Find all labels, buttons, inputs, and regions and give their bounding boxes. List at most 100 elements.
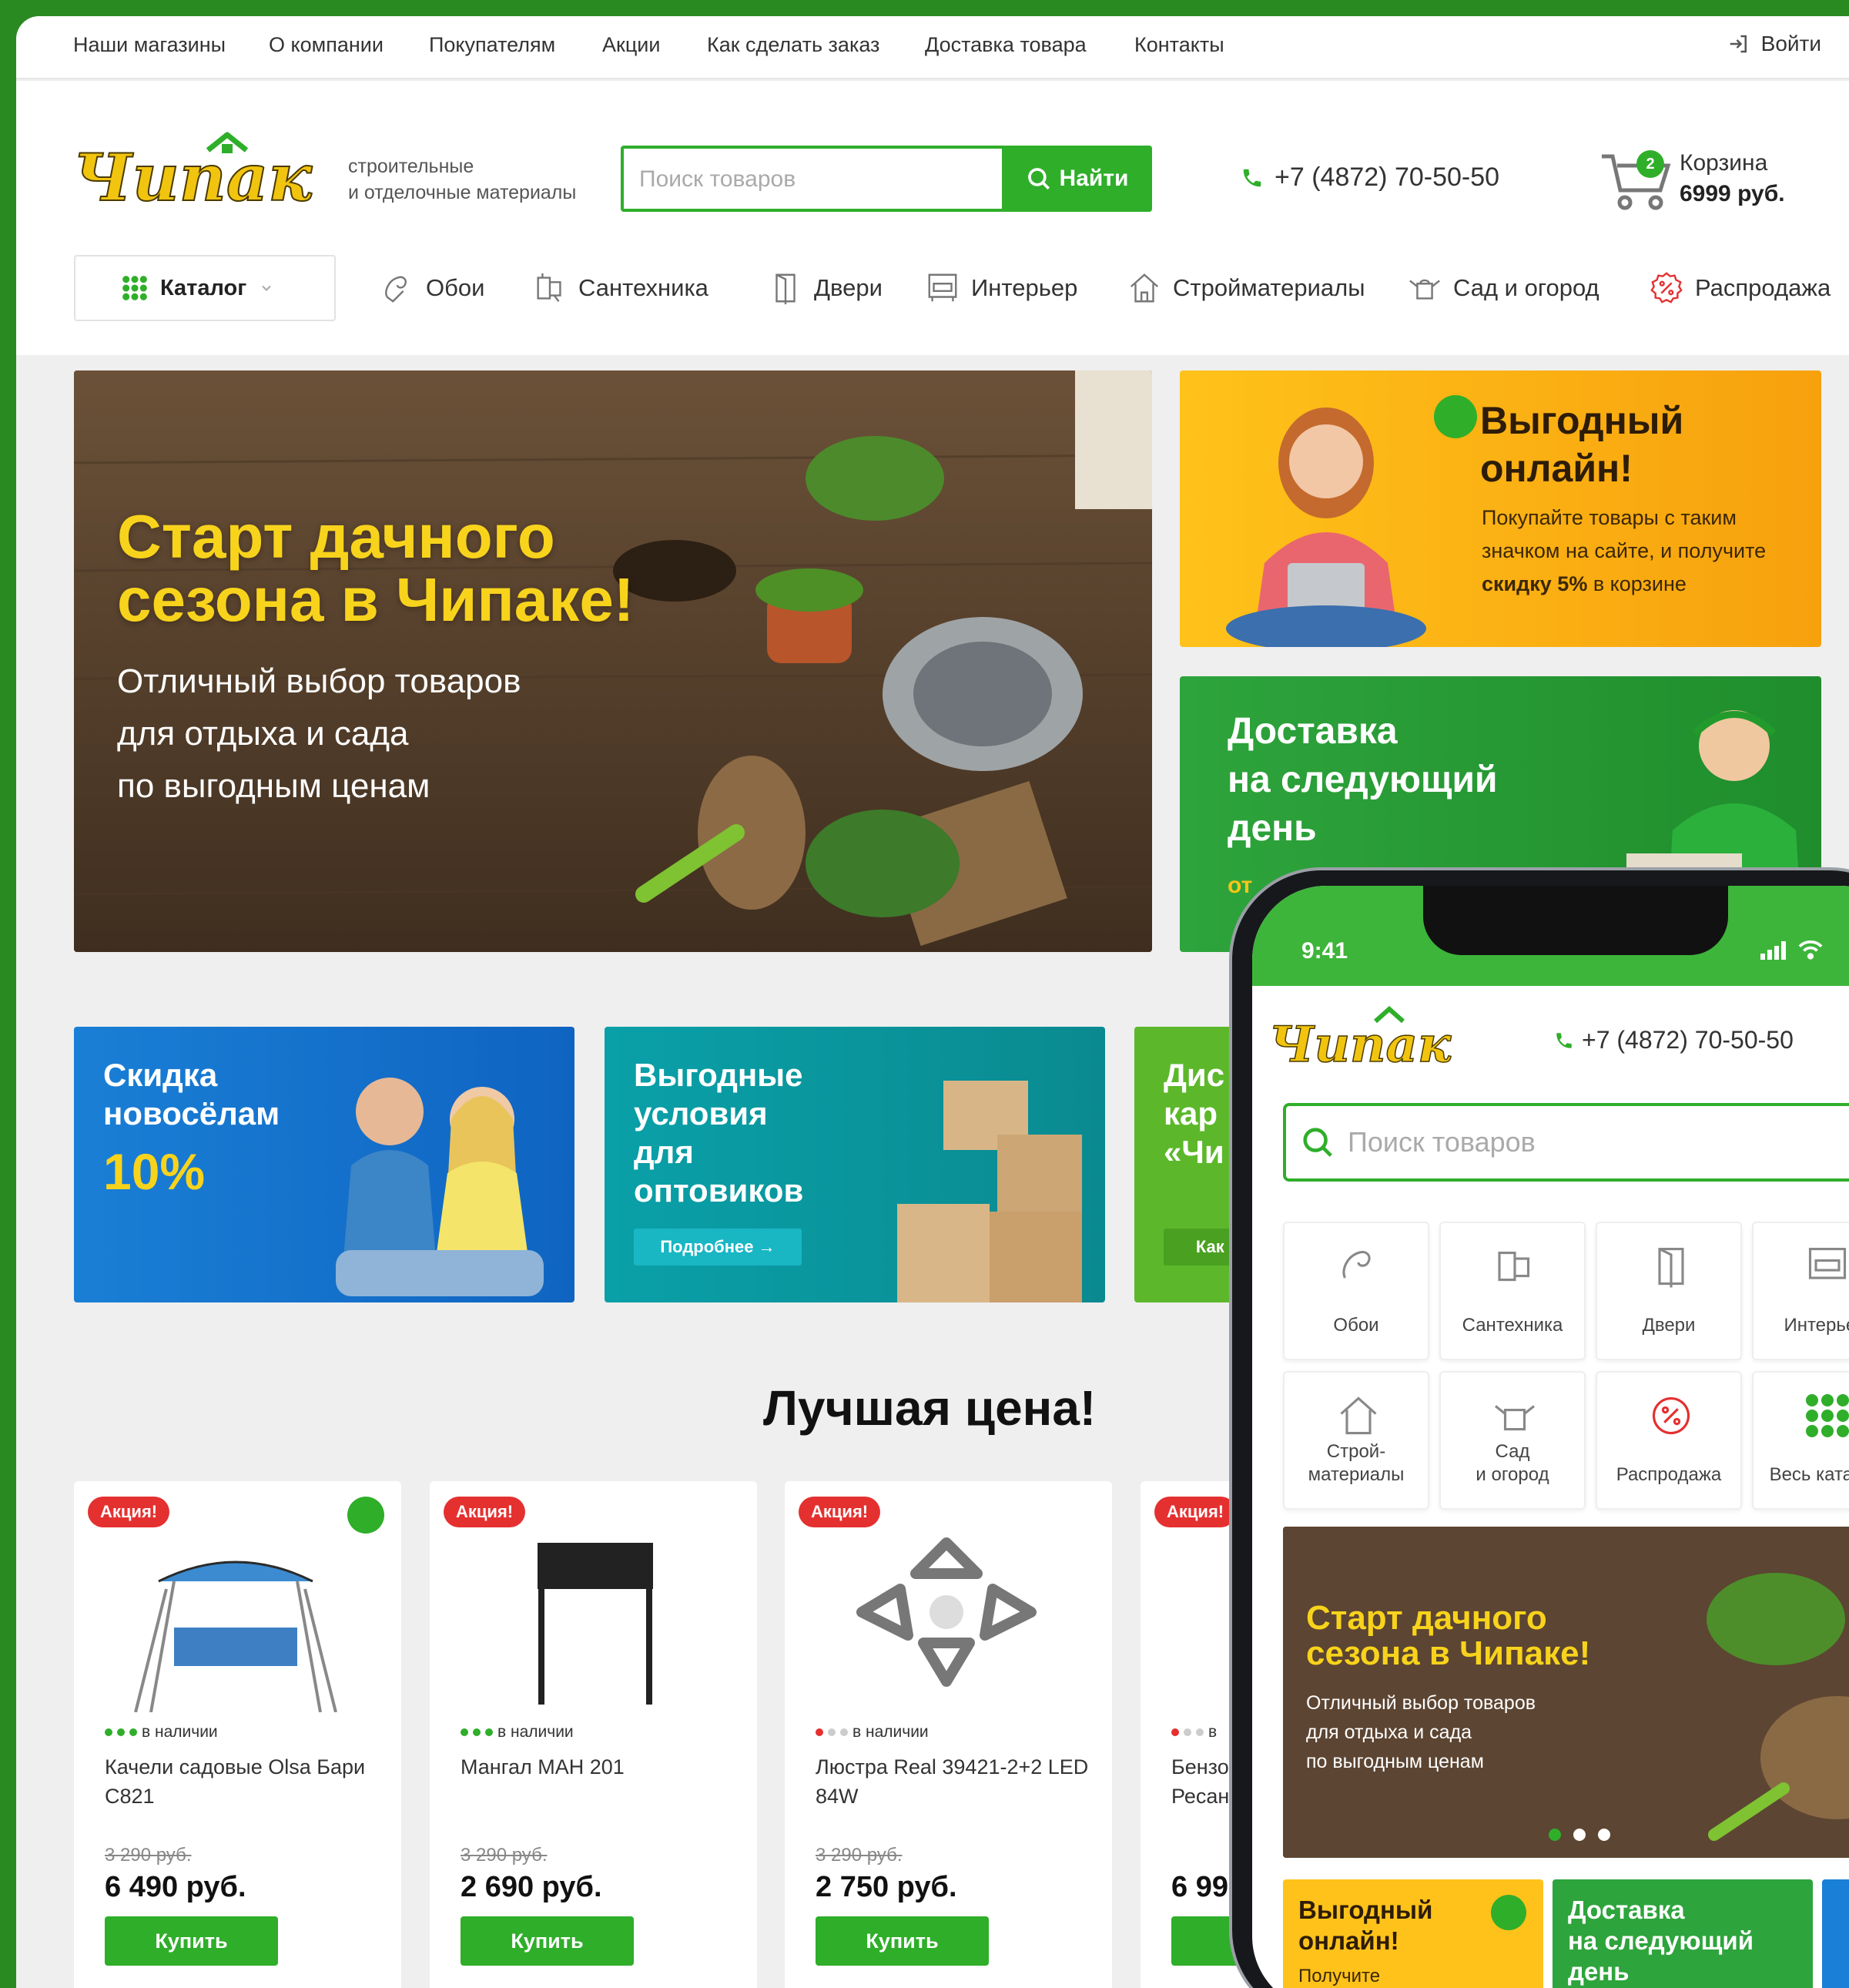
stock-label: в наличии: [142, 1723, 218, 1741]
nav-item-plumbing[interactable]: Сантехника: [532, 270, 708, 306]
app-category-building-materials[interactable]: Строй- материалы: [1283, 1371, 1429, 1510]
app-category-plumbing[interactable]: Сантехника: [1439, 1222, 1586, 1360]
hero-banner[interactable]: Старт дачного сезона в Чипаке! Отличный …: [74, 370, 1152, 952]
app-category-all-catalog[interactable]: Весь каталог: [1752, 1371, 1849, 1510]
grid-icon: [1806, 1394, 1849, 1437]
topbar-link-about[interactable]: О компании: [269, 33, 384, 57]
nav-item-doors[interactable]: Двери: [768, 270, 883, 306]
nav-item-wallpaper[interactable]: Обои: [380, 270, 484, 306]
app-category-sale[interactable]: Распродажа: [1596, 1371, 1742, 1510]
chevron-down-icon: [262, 285, 272, 291]
nav-item-garden[interactable]: Сад и огород: [1407, 270, 1599, 306]
login-label: Войти: [1760, 32, 1821, 55]
topbar-link-stores[interactable]: Наши магазины: [73, 33, 226, 57]
stock-status: в наличии: [461, 1723, 574, 1742]
login-icon: [1730, 35, 1747, 53]
wallpaper-roll-icon: [1342, 1251, 1371, 1279]
price: 2 750 руб.: [816, 1871, 957, 1903]
cart-count-badge: 2: [1636, 150, 1664, 178]
product-name[interactable]: Качели садовые Olsa Бари С821: [105, 1752, 382, 1811]
house-icon: [1130, 273, 1159, 303]
topbar-link-customers[interactable]: Покупателям: [429, 33, 555, 57]
status-bar: 9:41: [1252, 886, 1849, 986]
login-link[interactable]: Войти: [1727, 32, 1821, 56]
topbar-link-contacts[interactable]: Контакты: [1134, 33, 1224, 57]
app-promo-delivery[interactable]: Доставка на следующий день: [1553, 1879, 1813, 1988]
promo-card-wholesale[interactable]: Выгодные условия для оптовиков Подробнее…: [605, 1027, 1105, 1302]
product-name[interactable]: Люстра Real 39421-2+2 LED 84W: [816, 1752, 1093, 1811]
promo-card-newcomers[interactable]: Скидка новосёлам 10%: [74, 1027, 574, 1302]
phone-icon: [1556, 1032, 1572, 1048]
stock-label: в: [1208, 1723, 1218, 1741]
search-button[interactable]: Найти: [1002, 146, 1152, 212]
app-phone-text: +7 (4872) 70-50-50: [1582, 1026, 1794, 1054]
nav-item-building-materials[interactable]: Стройматериалы: [1127, 270, 1365, 306]
nav-item-label: Интерьер: [971, 274, 1078, 301]
app-promo-online[interactable]: Выгодный онлайн! Получите: [1283, 1879, 1543, 1988]
app-category-garden[interactable]: Сад и огород: [1439, 1371, 1586, 1510]
price: 2 690 руб.: [461, 1871, 602, 1903]
product-card[interactable]: Акция! в наличии Качели садовые Olsa Бар…: [74, 1481, 401, 1988]
buy-button[interactable]: Купить: [105, 1916, 278, 1966]
nav-item-label: Сад и огород: [1453, 274, 1599, 301]
garden-swing-image: [134, 1561, 337, 1712]
product-card[interactable]: Акция! в наличии Мангал МАН 201 3 290 ру…: [430, 1481, 757, 1988]
carousel-dots[interactable]: [1549, 1829, 1610, 1841]
promo-delivery-title: Доставка на следующий день: [1228, 711, 1498, 849]
phone-number-text: +7 (4872) 70-50-50: [1275, 163, 1500, 192]
app-promo-next[interactable]: [1822, 1879, 1849, 1988]
stock-status: в наличии: [105, 1723, 218, 1742]
app-logo[interactable]: Чипак: [1269, 1001, 1462, 1072]
topbar-link-promotions[interactable]: Акции: [602, 33, 660, 57]
promo-card-title: Дис кар «Чи: [1164, 1057, 1225, 1170]
status-time: 9:41: [1301, 938, 1348, 964]
plumbing-icon: [1498, 1251, 1530, 1282]
watering-can-icon: [1409, 279, 1440, 300]
chandelier-image: [856, 1537, 1037, 1687]
phone-icon: [1243, 169, 1261, 186]
search-input[interactable]: [639, 164, 993, 195]
product-name[interactable]: Мангал МАН 201: [461, 1752, 738, 1782]
buy-button[interactable]: Купить: [816, 1916, 989, 1966]
eco-badge-icon: [347, 1497, 384, 1534]
section-title-best-price: Лучшая цена!: [763, 1380, 1097, 1436]
nav-item-sale[interactable]: Распродажа: [1649, 270, 1831, 306]
app-search-input[interactable]: Поиск товаров: [1283, 1103, 1849, 1182]
sale-badge: Акция!: [444, 1497, 526, 1527]
app-category-doors[interactable]: Двери: [1596, 1222, 1742, 1360]
interior-icon: [928, 273, 957, 302]
promo-online-banner[interactable]: Выгодный онлайн! Покупайте товары с таки…: [1180, 370, 1821, 647]
old-price: 3 290 руб.: [105, 1845, 192, 1866]
search-icon: [1027, 168, 1050, 190]
watering-can-icon: [1495, 1405, 1535, 1431]
catalog-button[interactable]: Каталог: [74, 255, 336, 321]
nav-item-interior[interactable]: Интерьер: [925, 270, 1077, 306]
couple-image: [336, 1078, 544, 1296]
promo-online-title: Выгодный онлайн!: [1480, 399, 1684, 490]
product-card[interactable]: Акция! в наличии Люстра Real 39421-2+2 L…: [785, 1481, 1112, 1988]
more-button[interactable]: Подробнее →: [634, 1229, 802, 1266]
buy-button[interactable]: Купить: [461, 1916, 634, 1966]
app-phone-number[interactable]: +7 (4872) 70-50-50: [1554, 1026, 1794, 1054]
topbar-link-how-to-order[interactable]: Как сделать заказ: [707, 33, 879, 57]
promo-delivery-from: от: [1228, 873, 1253, 898]
app-category-label: Сад и огород: [1476, 1441, 1549, 1485]
topbar-link-delivery[interactable]: Доставка товара: [925, 33, 1087, 57]
app-category-label: Двери: [1642, 1315, 1696, 1336]
interior-icon: [1808, 1247, 1847, 1279]
old-price: 3 290 руб.: [816, 1845, 903, 1866]
app-promo-online-title: Выгодный онлайн!: [1298, 1896, 1433, 1955]
phone-number[interactable]: +7 (4872) 70-50-50: [1241, 163, 1499, 193]
promo-card-title: Выгодные условия для оптовиков: [634, 1057, 804, 1209]
cart-label[interactable]: Корзина: [1680, 150, 1767, 176]
promo-online-text: Покупайте товары с таким значком на сайт…: [1482, 501, 1805, 601]
logo[interactable]: Чипак: [73, 127, 320, 212]
app-category-wallpaper[interactable]: Обои: [1283, 1222, 1429, 1360]
stock-label: в наличии: [852, 1723, 929, 1741]
app-category-interior[interactable]: Интерьер: [1752, 1222, 1849, 1360]
woman-with-laptop-image: [1226, 407, 1426, 647]
search-icon: [1303, 1128, 1332, 1157]
app-promo-delivery-title: Доставка на следующий день: [1568, 1896, 1754, 1986]
app-hero-banner[interactable]: Старт дачного сезона в Чипаке! Отличный …: [1283, 1527, 1849, 1858]
price: 6 99: [1171, 1871, 1228, 1903]
